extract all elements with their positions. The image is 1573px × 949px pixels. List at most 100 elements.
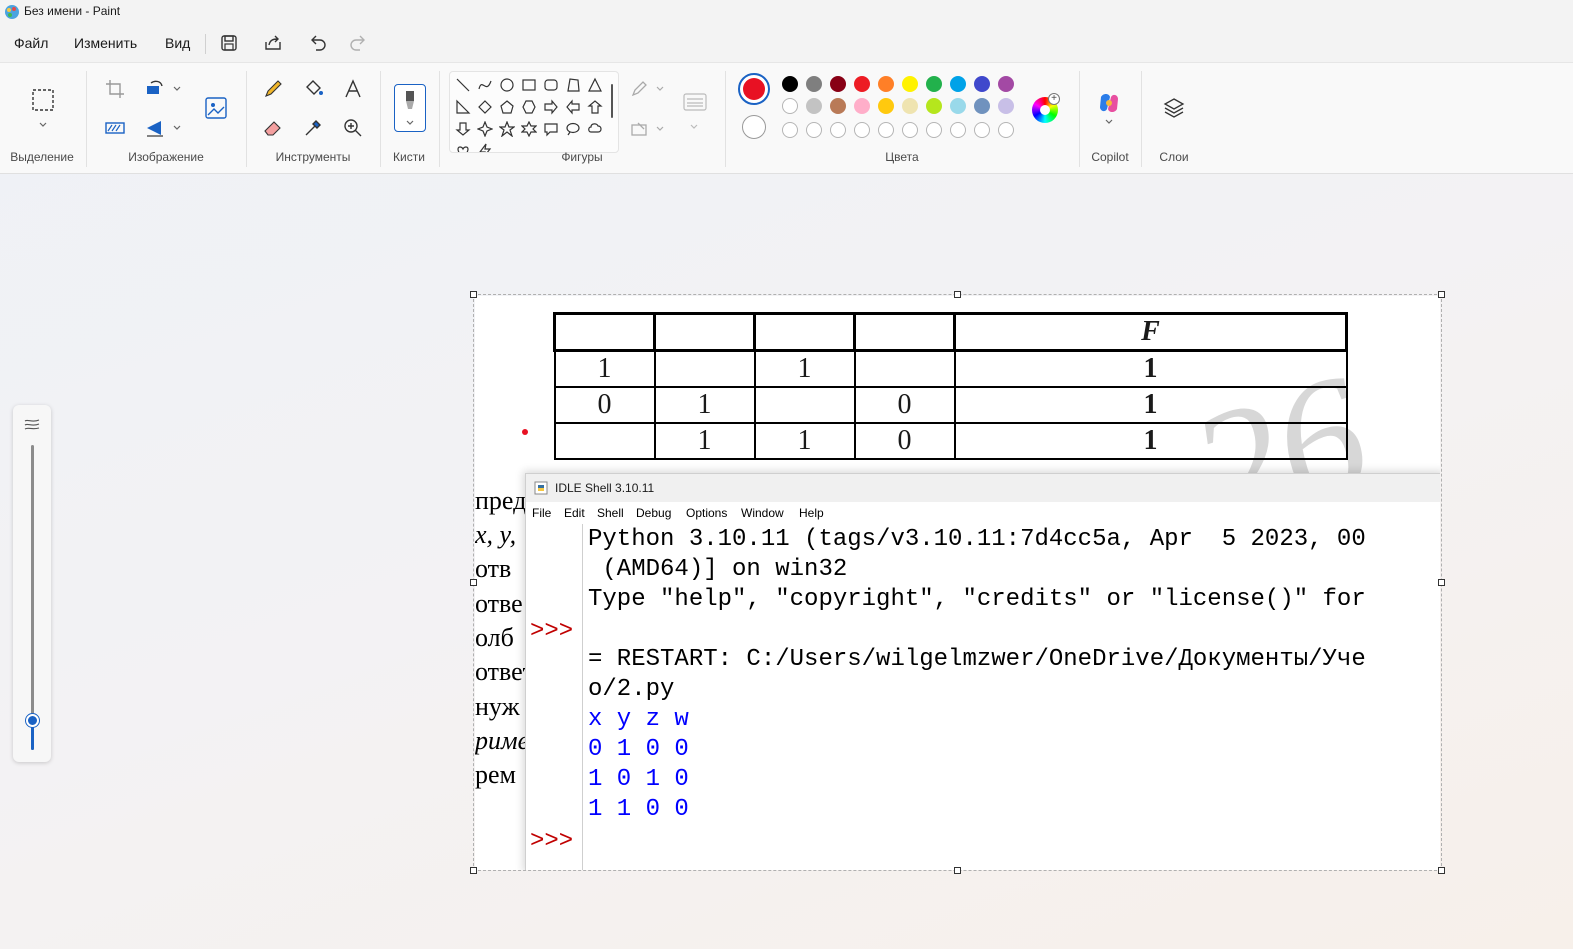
line-weight-icon[interactable] [683,91,707,115]
idle-menu-file[interactable]: File [532,506,551,520]
resize-handle[interactable] [954,867,961,874]
shapes-scrollbar[interactable] [611,84,613,118]
resize-handle[interactable] [1438,867,1445,874]
oval-callout-shape-icon[interactable] [565,121,581,137]
save-icon[interactable] [218,32,240,54]
flip-icon[interactable] [143,116,167,140]
chevron-down-icon[interactable] [655,125,665,133]
rotate-icon[interactable] [143,77,167,101]
copilot-icon[interactable] [1097,91,1121,115]
five-point-star-shape-icon[interactable] [499,121,515,137]
zoom-slider-thumb[interactable] [26,713,39,727]
six-point-star-shape-icon[interactable] [521,121,537,137]
outline-icon[interactable] [628,77,652,101]
resize-handle[interactable] [470,291,477,298]
color-swatch[interactable] [926,98,942,114]
custom-color-slot[interactable] [998,122,1014,138]
rounded-rectangle-shape-icon[interactable] [543,77,559,93]
layers-icon[interactable] [1162,96,1186,120]
idle-menu-debug[interactable]: Debug [636,506,671,520]
chevron-down-icon[interactable] [655,85,665,93]
idle-menu-shell[interactable]: Shell [597,506,624,520]
diamond-shape-icon[interactable] [477,99,493,115]
redo-icon[interactable] [347,32,369,54]
menu-view[interactable]: Вид [165,35,190,51]
chevron-down-icon[interactable] [1104,118,1114,126]
down-arrow-shape-icon[interactable] [455,121,471,137]
color-swatch[interactable] [902,76,918,92]
color-swatch[interactable] [998,98,1014,114]
secondary-color-button[interactable] [742,115,766,139]
color-swatch[interactable] [878,98,894,114]
curve-shape-icon[interactable] [477,77,493,93]
custom-color-slot[interactable] [830,122,846,138]
color-swatch[interactable] [926,76,942,92]
four-point-star-shape-icon[interactable] [477,121,493,137]
oval-shape-icon[interactable] [499,77,515,93]
cloud-callout-shape-icon[interactable] [587,121,603,137]
pencil-icon[interactable] [261,77,285,101]
idle-menu-edit[interactable]: Edit [564,506,585,520]
edit-colors-button[interactable]: + [1032,93,1060,123]
color-swatch[interactable] [854,76,870,92]
color-swatch[interactable] [830,98,846,114]
color-swatch[interactable] [806,98,822,114]
brush-picker[interactable] [394,84,426,132]
custom-color-slot[interactable] [782,122,798,138]
text-icon[interactable] [341,77,365,101]
color-swatch[interactable] [974,76,990,92]
up-arrow-shape-icon[interactable] [587,99,603,115]
color-swatch[interactable] [998,76,1014,92]
drawing-canvas[interactable]: 26 F 11101011101 пред x, y, отв отве олб отв… [475,296,1440,870]
magnifier-icon[interactable] [341,116,365,140]
right-triangle-shape-icon[interactable] [455,99,471,115]
primary-color-button[interactable] [738,73,770,105]
idle-shell-window[interactable]: IDLE Shell 3.10.11 File Edit Shell Debug Opt… [525,473,1440,870]
custom-color-slot[interactable] [974,122,990,138]
triangle-shape-icon[interactable] [587,77,603,93]
right-arrow-shape-icon[interactable] [543,99,559,115]
rect-callout-shape-icon[interactable] [543,121,559,137]
color-swatch[interactable] [806,76,822,92]
idle-menu-window[interactable]: Window [741,506,784,520]
color-swatch[interactable] [950,98,966,114]
color-swatch[interactable] [854,98,870,114]
color-swatch[interactable] [950,76,966,92]
resize-handle[interactable] [470,579,477,586]
custom-color-slot[interactable] [902,122,918,138]
idle-menu-options[interactable]: Options [686,506,727,520]
resize-handle[interactable] [1438,291,1445,298]
resize-handle[interactable] [954,291,961,298]
custom-color-slot[interactable] [926,122,942,138]
chevron-down-icon[interactable] [172,124,182,132]
custom-color-slot[interactable] [806,122,822,138]
menu-file[interactable]: Файл [14,35,48,51]
eraser-icon[interactable] [261,116,285,140]
rectangle-shape-icon[interactable] [521,77,537,93]
crop-icon[interactable] [103,77,127,101]
fill-shape-icon[interactable] [628,117,652,141]
polygon-shape-icon[interactable] [565,77,581,93]
custom-color-slot[interactable] [878,122,894,138]
left-arrow-shape-icon[interactable] [565,99,581,115]
color-swatch[interactable] [782,76,798,92]
custom-color-slot[interactable] [950,122,966,138]
color-swatch[interactable] [902,98,918,114]
idle-shell-output[interactable]: Python 3.10.11 (tags/v3.10.11:7d4cc5a, A… [588,524,1440,870]
fill-bucket-icon[interactable] [301,77,325,101]
rect-select-icon[interactable] [31,88,55,112]
background-removal-icon[interactable] [103,116,127,140]
resize-handle[interactable] [1438,579,1445,586]
hexagon-shape-icon[interactable] [521,99,537,115]
menu-edit[interactable]: Изменить [74,35,137,51]
undo-icon[interactable] [307,32,329,54]
color-swatch[interactable] [974,98,990,114]
chevron-down-icon[interactable] [172,85,182,93]
pentagon-shape-icon[interactable] [499,99,515,115]
resize-handle[interactable] [470,867,477,874]
chevron-down-icon[interactable] [689,123,699,131]
image-resize-icon[interactable] [204,96,228,120]
zoom-slider-track[interactable] [31,445,34,750]
idle-menu-help[interactable]: Help [799,506,824,520]
share-icon[interactable] [262,32,284,54]
